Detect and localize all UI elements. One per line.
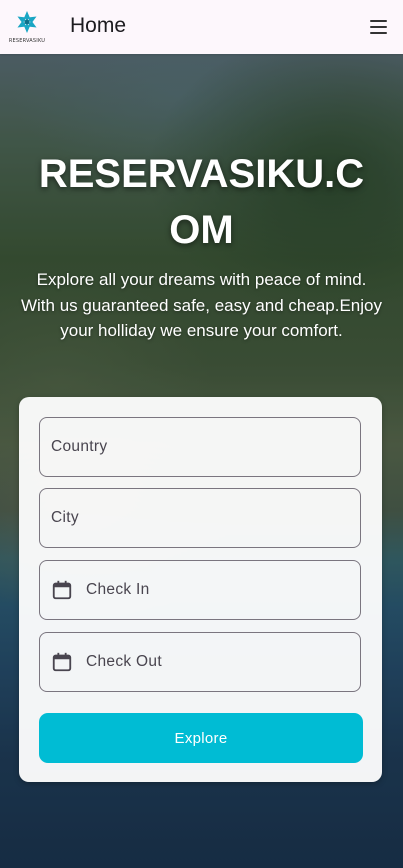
menu-line <box>370 20 387 22</box>
hero-section: RESERVASIKU.COM Explore all your dreams … <box>0 54 403 868</box>
check-in-field-label: Check In <box>86 581 150 598</box>
menu-line <box>370 26 387 28</box>
hero-subtitle: Explore all your dreams with peace of mi… <box>20 270 382 340</box>
logo-icon <box>17 11 37 33</box>
country-field[interactable]: Country <box>39 417 361 477</box>
check-out-field-label: Check Out <box>86 653 162 670</box>
app-bar: RESERVASIKU Home <box>0 0 403 54</box>
calendar-icon <box>52 580 72 600</box>
page-title: Home <box>70 14 127 37</box>
hero-title: RESERVASIKU.COM <box>38 152 365 252</box>
check-out-field[interactable]: Check Out <box>39 632 361 692</box>
search-card: Country City Check In Check Out Explore <box>19 397 382 782</box>
country-field-label: Country <box>51 438 108 455</box>
check-in-field[interactable]: Check In <box>39 560 361 620</box>
logo: RESERVASIKU <box>8 8 46 46</box>
calendar-icon <box>52 652 72 672</box>
home-screen: RESERVASIKU Home RESERVASIKU.COM Explore… <box>0 0 403 868</box>
city-field[interactable]: City <box>39 488 361 548</box>
hamburger-menu-icon[interactable] <box>367 15 391 39</box>
menu-line <box>370 32 387 34</box>
explore-button[interactable]: Explore <box>39 713 363 763</box>
city-field-label: City <box>51 509 79 526</box>
logo-text: RESERVASIKU <box>8 38 46 44</box>
